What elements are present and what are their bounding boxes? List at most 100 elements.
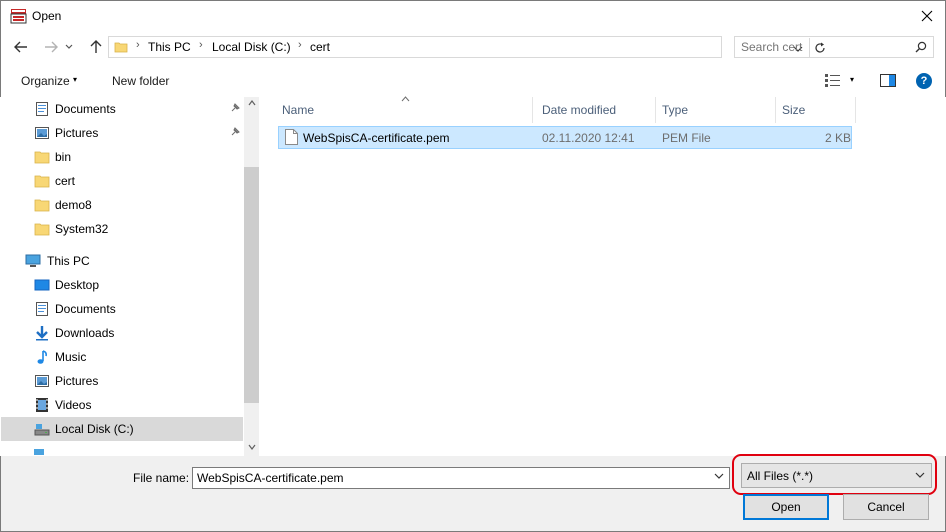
nav-item-music[interactable]: Music [1,345,243,369]
file-list[interactable]: Name Date modified Type Size WebSpisCA-c… [262,96,945,456]
up-arrow-icon [90,40,102,53]
chevron-down-icon[interactable] [714,473,724,480]
dialog-footer: File name: WebSpisCA-certificate.pem All… [0,454,946,532]
file-name: WebSpisCA-certificate.pem [303,131,450,145]
file-type: PEM File [662,131,711,145]
nav-item-bin[interactable]: bin [1,145,243,169]
nav-item-pictures-quick[interactable]: Pictures [1,121,243,145]
breadcrumb-cert[interactable]: cert [310,40,330,54]
file-icon [285,129,298,145]
nav-item-local-disk[interactable]: Local Disk (C:) [1,417,243,441]
nav-item-cert[interactable]: cert [1,169,243,193]
open-button[interactable]: Open [743,494,829,520]
breadcrumb-this-pc[interactable]: This PC [148,40,191,54]
nav-scrollbar[interactable] [244,97,259,456]
recent-locations-button[interactable] [62,36,76,58]
folder-icon [34,223,50,236]
nav-item-label: System32 [55,222,109,236]
file-type-filter[interactable]: All Files (*.*) [741,463,932,488]
column-header-name[interactable]: Name [275,96,533,123]
folder-icon [34,199,50,212]
music-icon [37,350,47,364]
pc-icon [25,254,41,267]
file-size: 2 KB [825,131,852,145]
nav-item-pictures[interactable]: Pictures [1,369,243,393]
file-date: 02.11.2020 12:41 [542,131,635,145]
title-bar: Open [0,0,946,31]
desktop-icon [34,279,50,291]
scroll-up-icon[interactable] [248,100,256,106]
column-header-label: Size [782,103,806,117]
pin-icon [231,103,240,112]
drive-icon [34,424,50,436]
nav-item-label: Desktop [55,278,100,292]
search-input[interactable] [741,40,911,54]
nav-item-label: Local Disk (C:) [55,422,134,436]
view-options-icon[interactable] [825,74,841,87]
column-header-type[interactable]: Type [655,97,776,123]
column-header-label: Name [282,103,315,117]
column-header-size[interactable]: Size [775,97,856,123]
folder-icon [34,151,50,164]
pictures-icon [35,375,49,387]
nav-item-documents[interactable]: Documents [1,297,243,321]
sort-ascending-icon [401,96,410,102]
nav-item-label: cert [55,174,76,188]
file-name-input[interactable]: WebSpisCA-certificate.pem [192,467,730,489]
network-icon [34,449,44,455]
breadcrumb-separator: › [199,39,203,51]
new-folder-button[interactable]: New folder [112,74,169,88]
downloads-icon [36,326,48,341]
help-icon[interactable]: ? [916,73,932,89]
breadcrumb-separator: › [298,39,302,51]
file-type-filter-value: All Files (*.*) [747,469,814,483]
chevron-down-icon[interactable]: ▾ [850,75,854,84]
column-header-date[interactable]: Date modified [535,97,656,123]
nav-item-videos[interactable]: Videos [1,393,243,417]
nav-item-desktop[interactable]: Desktop [1,273,243,297]
nav-item-downloads[interactable]: Downloads [1,321,243,345]
open-dialog-app-icon [10,9,27,24]
chevron-down-icon [65,44,73,49]
chevron-down-icon [915,472,925,478]
nav-item-system32[interactable]: System32 [1,217,243,241]
nav-item-label: Pictures [55,374,99,388]
cancel-button[interactable]: Cancel [843,494,929,520]
nav-item-documents-quick[interactable]: Documents [1,97,243,121]
nav-item-label: Downloads [55,326,115,340]
documents-icon [36,302,48,316]
column-header-label: Date modified [542,103,617,117]
scroll-down-icon[interactable] [248,444,256,450]
search-icon [915,41,927,53]
file-row[interactable]: WebSpisCA-certificate.pem 02.11.2020 12:… [278,126,852,149]
nav-item-label: Pictures [55,126,99,140]
chevron-down-icon: ▾ [73,75,78,84]
breadcrumb-local-disk[interactable]: Local Disk (C:) [212,40,291,54]
nav-item-label: This PC [47,254,90,268]
videos-icon [36,398,48,412]
navigation-pane[interactable]: Documents Pictures bin cert demo8 System… [1,97,259,456]
column-header-label: Type [662,103,689,117]
close-button[interactable] [909,1,945,31]
back-button[interactable] [10,36,32,58]
up-button[interactable] [85,36,107,58]
window-title: Open [32,9,62,23]
nav-item-label: Videos [55,398,92,412]
search-box[interactable] [734,36,934,58]
close-icon [921,10,933,22]
address-bar[interactable]: › This PC › Local Disk (C:) › cert [108,36,825,58]
folder-icon [114,42,128,53]
nav-item-label: demo8 [55,198,92,212]
file-name-value: WebSpisCA-certificate.pem [197,471,344,485]
organize-button[interactable]: Organize [21,74,70,88]
breadcrumb-separator: › [136,39,140,51]
preview-pane-icon[interactable] [880,74,896,87]
nav-item-label: Documents [55,302,116,316]
nav-item-demo8[interactable]: demo8 [1,193,243,217]
nav-item-label: Music [55,350,87,364]
nav-scrollbar-thumb[interactable] [244,167,259,403]
folder-icon [34,175,50,188]
pictures-icon [35,127,49,139]
nav-item-this-pc[interactable]: This PC [1,249,243,273]
forward-button[interactable] [40,36,62,58]
